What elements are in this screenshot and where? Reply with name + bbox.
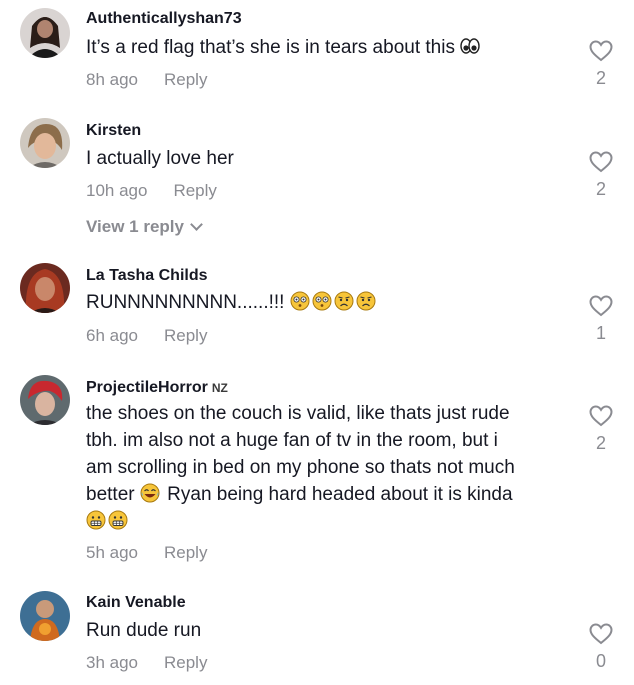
like-count: 2: [595, 179, 606, 199]
comment-timestamp: 5h ago: [86, 543, 138, 562]
avatar[interactable]: [20, 8, 70, 58]
comment-text-line: Run dude run: [86, 620, 202, 641]
flushed-face-emoji: [312, 291, 332, 311]
like-button[interactable]: 2: [588, 40, 614, 89]
comment-meta: 3h ago Reply: [86, 653, 207, 673]
grimacing-face-emoji: [86, 510, 106, 530]
like-count: 1: [595, 323, 606, 343]
like-count: 2: [595, 433, 606, 453]
heart-icon: [589, 295, 613, 317]
comment-text-line: RUNNNNNNNNN......!!!: [86, 292, 285, 313]
flushed-face-emoji: [290, 291, 310, 311]
comment-text-line: [86, 508, 515, 535]
comment-meta: 5h ago Reply: [86, 543, 207, 563]
grimacing-face-emoji: [108, 510, 128, 530]
comment-username[interactable]: ProjectileHorror NZ: [86, 379, 228, 397]
like-button[interactable]: 0: [588, 623, 614, 672]
comment-meta: 6h ago Reply: [86, 326, 207, 346]
like-button[interactable]: 1: [588, 295, 614, 344]
comment-username[interactable]: La Tasha Childs: [86, 267, 208, 285]
reply-button[interactable]: Reply: [173, 181, 216, 200]
heart-icon: [589, 623, 613, 645]
heart-icon: [589, 151, 613, 173]
comment-timestamp: 10h ago: [86, 181, 148, 200]
comment-username[interactable]: Kain Venable: [86, 594, 186, 612]
comment-username[interactable]: Authenticallyshan73: [86, 10, 242, 28]
comment-text-fragment: Ryan being hard headed about it is kinda: [167, 484, 513, 505]
comment-text-line: I actually love her: [86, 148, 234, 169]
laughing-face-emoji: [140, 483, 160, 503]
comment-meta: 8h ago Reply: [86, 70, 207, 90]
view-replies-label: View 1 reply: [86, 217, 184, 236]
comment-timestamp: 8h ago: [86, 70, 138, 89]
avatar[interactable]: [20, 118, 70, 168]
avatar[interactable]: [20, 375, 70, 425]
comment-text-line: It’s a red flag that’s she is in tears a…: [86, 37, 455, 58]
comment-meta: 10h ago Reply: [86, 181, 217, 201]
avatar[interactable]: [20, 591, 70, 641]
comment-text-line: the shoes on the couch is valid, like th…: [86, 403, 510, 424]
avatar[interactable]: [20, 263, 70, 313]
comment-text: the shoes on the couch is valid, like th…: [86, 400, 515, 535]
worried-face-emoji: [334, 291, 354, 311]
comment-text: I actually love her: [86, 145, 234, 172]
eyes-emoji: [460, 36, 480, 56]
comment-text-line: am scrolling in bed on my phone so thats…: [86, 457, 515, 478]
view-replies-button[interactable]: View 1 reply: [86, 217, 203, 237]
username-text: ProjectileHorror: [86, 379, 208, 396]
comment-username[interactable]: Kirsten: [86, 122, 141, 140]
region-badge: NZ: [211, 381, 228, 395]
comment-text: RUNNNNNNNNN......!!!: [86, 289, 378, 316]
heart-icon: [589, 405, 613, 427]
comment-text-fragment: better: [86, 484, 135, 505]
worried-face-emoji: [356, 291, 376, 311]
heart-icon: [589, 40, 613, 62]
comment-timestamp: 3h ago: [86, 653, 138, 672]
reply-button[interactable]: Reply: [164, 70, 207, 89]
like-button[interactable]: 2: [588, 151, 614, 200]
chevron-down-icon: [190, 218, 203, 231]
comment-text: Run dude run: [86, 617, 201, 644]
comment-text-line: better Ryan being hard headed about it i…: [86, 481, 515, 508]
reply-button[interactable]: Reply: [164, 653, 207, 672]
like-count: 2: [595, 68, 606, 88]
comment-text: It’s a red flag that’s she is in tears a…: [86, 34, 482, 61]
reply-button[interactable]: Reply: [164, 543, 207, 562]
comment-text-line: tbh. im also not a huge fan of tv in the…: [86, 430, 498, 451]
like-count: 0: [595, 651, 606, 671]
comment-timestamp: 6h ago: [86, 326, 138, 345]
reply-button[interactable]: Reply: [164, 326, 207, 345]
like-button[interactable]: 2: [588, 405, 614, 454]
